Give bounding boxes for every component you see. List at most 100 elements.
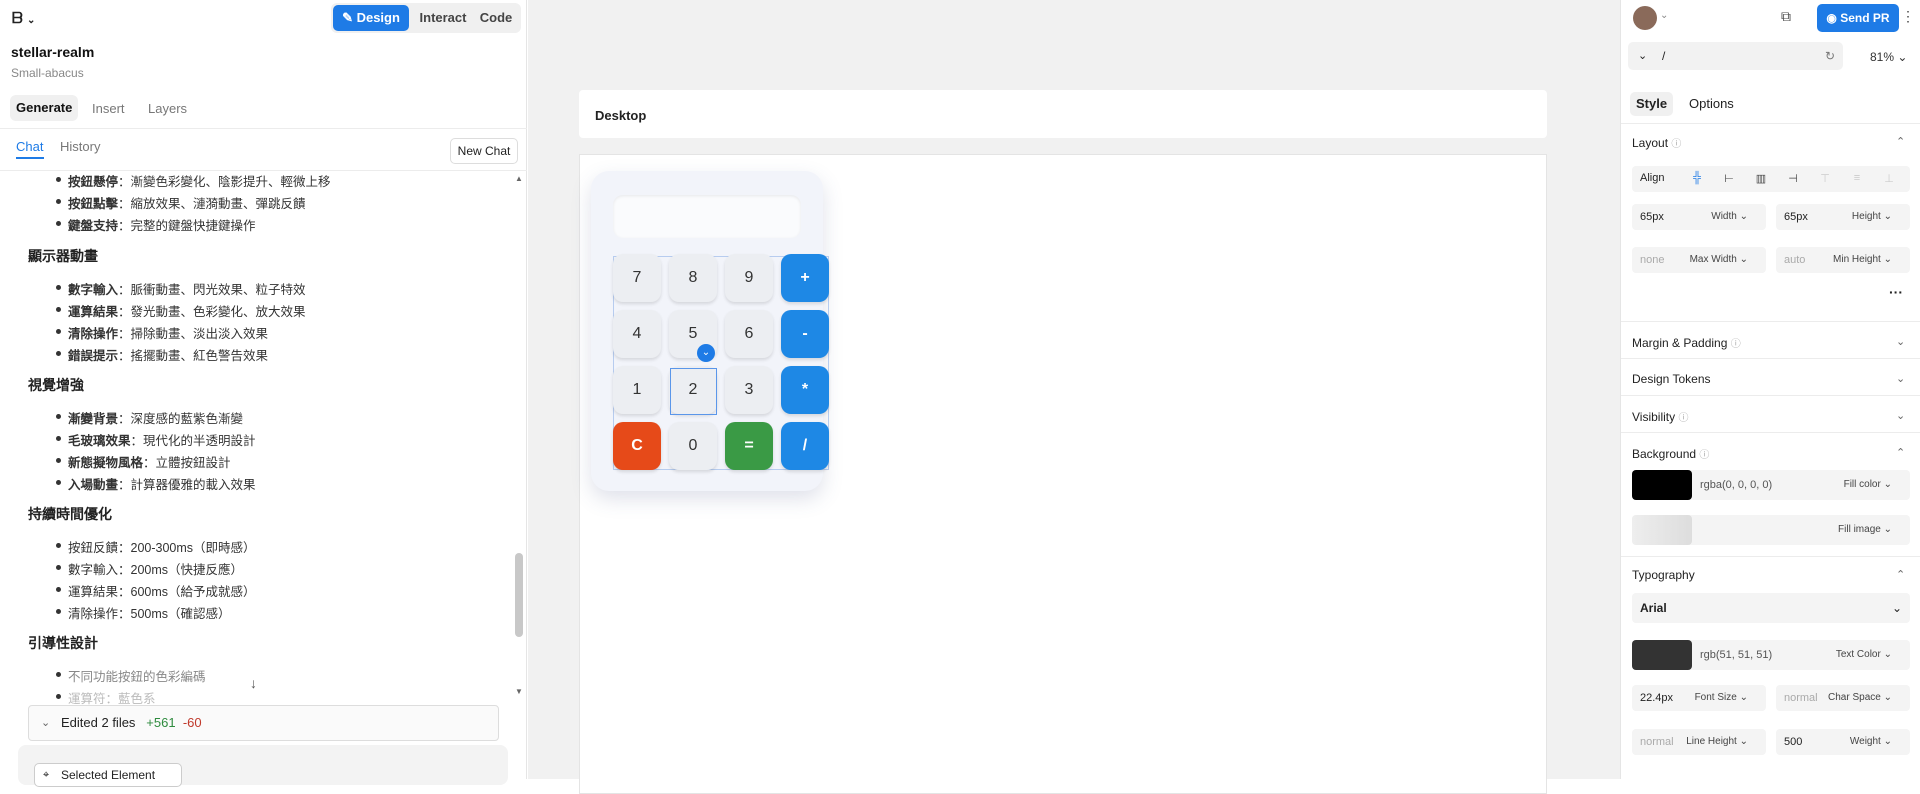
calculator-key[interactable]: 3 xyxy=(725,366,773,414)
path-input[interactable]: / xyxy=(1662,49,1665,63)
chevron-down-icon[interactable]: ⌄ xyxy=(1896,409,1905,422)
max-width-value[interactable]: none xyxy=(1640,254,1664,266)
chevron-down-icon[interactable]: ⌄ xyxy=(1896,372,1905,385)
chevron-up-icon[interactable]: ⌃ xyxy=(1896,446,1905,459)
edited-files-label: Edited 2 files xyxy=(61,715,136,730)
font-size-value[interactable]: 22.4px xyxy=(1640,692,1673,704)
list-item-bold: 運算結果 xyxy=(68,305,119,319)
cursor-icon: ⌖ xyxy=(43,769,50,781)
external-link-icon[interactable]: ⧉ xyxy=(1781,8,1791,25)
tab-generate[interactable]: Generate xyxy=(10,95,79,121)
align-left-icon[interactable]: ⊢ xyxy=(1722,172,1736,186)
list-item: 數字輸入：脈衝動畫、閃光效果、粒子特效 xyxy=(56,279,306,298)
list-item: 毛玻璃效果：現代化的半透明設計 xyxy=(56,430,256,449)
tab-style[interactable]: Style xyxy=(1630,92,1674,116)
calculator-key[interactable]: + xyxy=(781,254,829,302)
align-distribute-icon[interactable]: ▥ xyxy=(1754,172,1768,186)
mode-interact-button[interactable]: Interact xyxy=(415,5,471,31)
char-space-label: Char Space xyxy=(1828,685,1892,711)
margin-padding-section[interactable]: Margin & Padding ⓘ xyxy=(1632,335,1741,350)
tab-layers[interactable]: Layers xyxy=(148,101,187,121)
fill-image-label: Fill image xyxy=(1838,515,1892,545)
list-item-text: ：搖擺動畫、紅色警告效果 xyxy=(118,349,269,363)
line-height-value[interactable]: normal xyxy=(1640,736,1674,748)
chevron-up-icon[interactable]: ⌃ xyxy=(1896,135,1905,148)
chevron-down-icon[interactable]: ⌄ xyxy=(1896,335,1905,348)
more-options-icon[interactable]: ··· xyxy=(1889,284,1903,300)
design-tokens-section[interactable]: Design Tokens xyxy=(1632,372,1711,386)
calculator-key[interactable]: 6 xyxy=(725,310,773,358)
help-icon: ⓘ xyxy=(1678,413,1689,424)
align-middle-icon[interactable]: ≡ xyxy=(1850,172,1864,186)
calculator-key[interactable]: = xyxy=(725,422,773,470)
width-field[interactable]: 65px Width xyxy=(1632,204,1766,230)
calculator-key[interactable]: 7 xyxy=(613,254,661,302)
align-right-icon[interactable]: ⊣ xyxy=(1786,172,1800,186)
path-bar[interactable]: ⌄ / ↻ xyxy=(1628,42,1843,70)
list-item: 不同功能按鈕的色彩編碼 xyxy=(56,666,206,685)
weight-field[interactable]: 500 Weight xyxy=(1776,729,1910,755)
zoom-select[interactable]: 81% ⌄ xyxy=(1870,50,1907,64)
char-space-value[interactable]: normal xyxy=(1784,692,1818,704)
tab-options[interactable]: Options xyxy=(1689,92,1734,116)
more-options-icon[interactable]: ⋮ xyxy=(1901,8,1915,25)
width-value[interactable]: 65px xyxy=(1640,211,1664,223)
scroll-down-arrow-icon[interactable]: ↓ xyxy=(250,675,257,691)
font-size-field[interactable]: 22.4px Font Size xyxy=(1632,685,1766,711)
mode-code-button[interactable]: Code xyxy=(475,5,517,31)
edited-files-summary[interactable]: ⌄ Edited 2 files +561 -60 xyxy=(28,705,499,741)
chevron-up-icon[interactable]: ⌃ xyxy=(1896,568,1905,581)
visibility-section[interactable]: Visibility ⓘ xyxy=(1632,409,1688,424)
calculator-key[interactable]: - xyxy=(781,310,829,358)
refresh-icon[interactable]: ↻ xyxy=(1825,42,1835,70)
calculator-key[interactable]: 1 xyxy=(613,366,661,414)
calculator-key[interactable]: 4 xyxy=(613,310,661,358)
align-control: Align xyxy=(1632,166,1910,192)
calculator-key[interactable]: C xyxy=(613,422,661,470)
list-item-text: ：計算器優雅的載入效果 xyxy=(118,478,256,492)
weight-value[interactable]: 500 xyxy=(1784,736,1802,748)
height-value[interactable]: 65px xyxy=(1784,211,1808,223)
fill-color-value[interactable]: rgba(0, 0, 0, 0) xyxy=(1700,479,1772,491)
font-family-select[interactable]: Arial ⌄ xyxy=(1632,593,1910,623)
calculator-key[interactable]: / xyxy=(781,422,829,470)
align-center-icon[interactable]: ╬ xyxy=(1690,172,1704,186)
max-width-field[interactable]: none Max Width xyxy=(1632,247,1766,273)
send-pr-button[interactable]: ◉ Send PR xyxy=(1817,4,1899,32)
chevron-down-icon[interactable]: ⌄ xyxy=(1660,10,1668,21)
calculator-key[interactable]: 0 xyxy=(669,422,717,470)
scrollbar-thumb[interactable] xyxy=(515,553,523,637)
list-item: 鍵盤支持：完整的鍵盤快捷鍵操作 xyxy=(56,215,256,234)
height-field[interactable]: 65px Height xyxy=(1776,204,1910,230)
fill-color-swatch[interactable] xyxy=(1632,470,1692,500)
avatar[interactable] xyxy=(1633,6,1657,30)
char-space-field[interactable]: normal Char Space xyxy=(1776,685,1910,711)
app-logo-icon[interactable]: ᗷ ⌄ xyxy=(12,10,35,27)
list-item-bold: 入場動畫 xyxy=(68,478,119,492)
min-height-value[interactable]: auto xyxy=(1784,254,1805,266)
align-bottom-icon[interactable]: ⊥ xyxy=(1882,172,1896,186)
calculator-key[interactable]: 8 xyxy=(669,254,717,302)
text-color-swatch[interactable] xyxy=(1632,640,1692,670)
chevron-down-icon: ⌄ xyxy=(1638,50,1648,62)
selected-element-chip[interactable]: ⌖ Selected Element xyxy=(34,763,182,787)
mode-design-button[interactable]: ✎ Design xyxy=(333,5,409,31)
calculator-key[interactable]: 9 xyxy=(725,254,773,302)
section-title: Visibility xyxy=(1632,410,1676,424)
text-color-value[interactable]: rgb(51, 51, 51) xyxy=(1700,649,1772,661)
divider xyxy=(1621,432,1920,433)
tab-history[interactable]: History xyxy=(60,139,100,154)
min-height-field[interactable]: auto Min Height xyxy=(1776,247,1910,273)
list-item-text: ：完整的鍵盤快捷鍵操作 xyxy=(118,219,256,233)
fill-image-swatch[interactable] xyxy=(1632,515,1692,545)
typography-title: Typography xyxy=(1632,568,1695,582)
divider xyxy=(1621,556,1920,557)
chevron-down-icon[interactable]: ⌄ xyxy=(697,344,715,362)
list-item: 按鈕懸停：漸變色彩變化、陰影提升、輕微上移 xyxy=(56,171,331,190)
tab-insert[interactable]: Insert xyxy=(92,101,125,121)
calculator-key[interactable]: * xyxy=(781,366,829,414)
line-height-field[interactable]: normal Line Height xyxy=(1632,729,1766,755)
align-top-icon[interactable]: ⊤ xyxy=(1818,172,1832,186)
new-chat-button[interactable]: New Chat xyxy=(450,138,518,164)
tab-chat[interactable]: Chat xyxy=(16,139,43,154)
